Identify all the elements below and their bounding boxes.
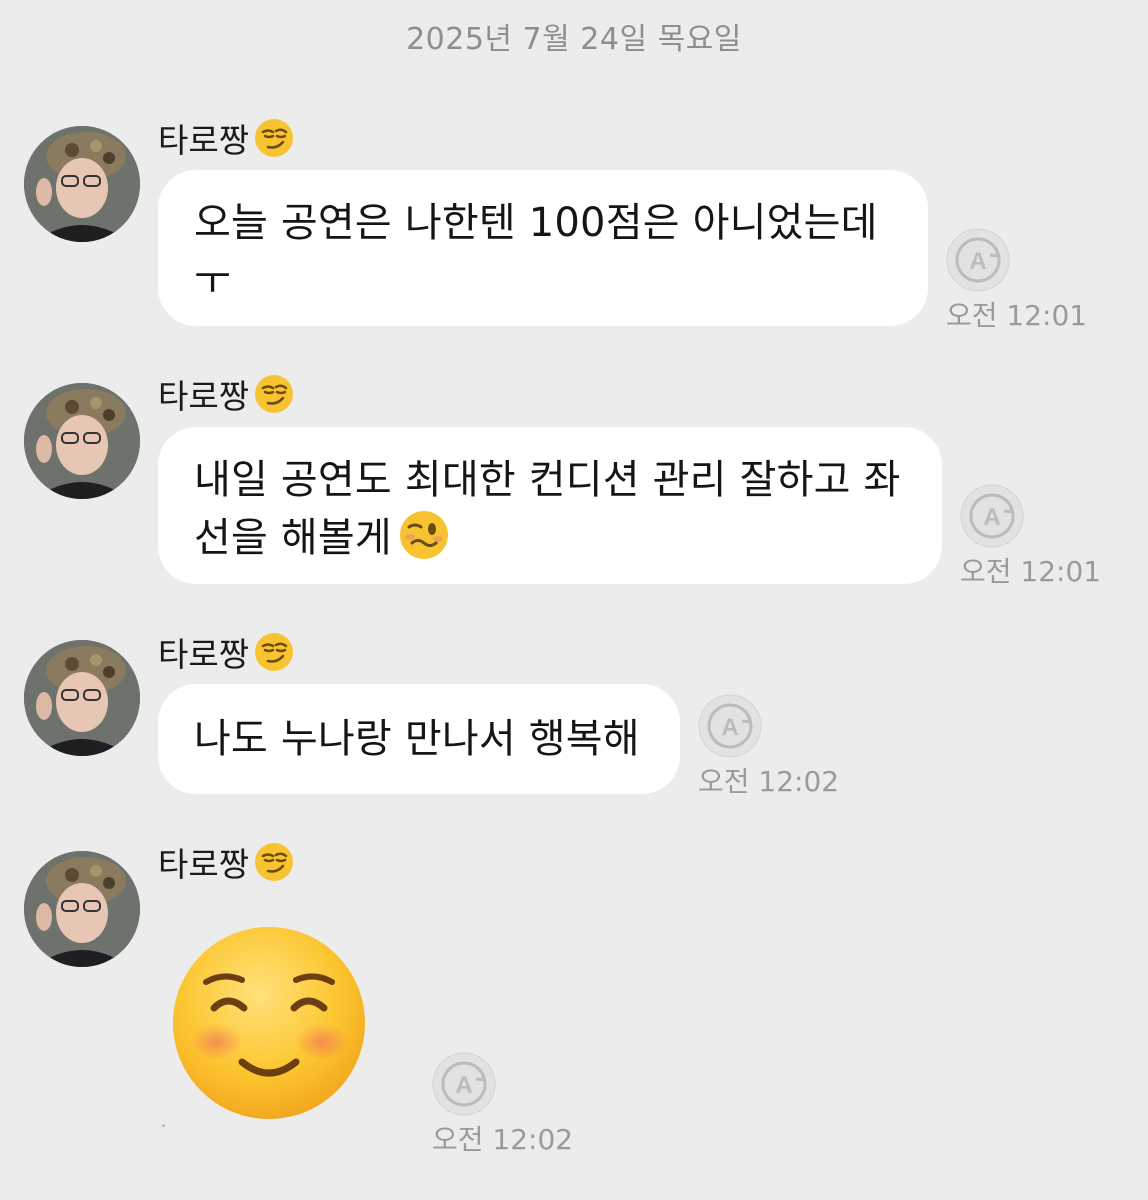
avatar[interactable]: [24, 383, 140, 499]
woozy-face-icon: [399, 511, 448, 559]
message-time: 오전 12:01: [946, 299, 1088, 332]
smirking-face-icon: [255, 843, 294, 881]
avatar[interactable]: [24, 851, 140, 967]
auto-translate-a-icon[interactable]: A: [698, 694, 762, 758]
avatar-image: [24, 640, 140, 756]
auto-translate-a-icon[interactable]: A: [946, 228, 1010, 292]
sender-name-text: 타로짱: [158, 845, 250, 884]
avatar-image: [24, 126, 140, 242]
message-text: 오늘 공연은 나한텐 100점은 아니었는데 ㅜ: [194, 200, 878, 304]
smirking-face-icon: [255, 119, 294, 157]
message-time: 오전 12:02: [698, 765, 840, 798]
auto-translate-a-icon[interactable]: A: [960, 484, 1024, 548]
message-bubble[interactable]: 내일 공연도 최대한 컨디션 관리 잘하고 좌 선을 해볼게: [158, 427, 942, 584]
avatar-image: [24, 383, 140, 499]
sender-name: 타로짱: [158, 114, 295, 162]
sender-name: 타로짱: [158, 370, 295, 418]
sender-name: 타로짱: [158, 628, 295, 676]
svg-text:A: A: [983, 504, 1000, 531]
avatar[interactable]: [24, 640, 140, 756]
message-text-content: 내일 공연도 최대한 컨디션 관리 잘하고 좌 선을 해볼게: [194, 457, 901, 561]
svg-text:A: A: [455, 1072, 472, 1099]
svg-text:A: A: [969, 248, 986, 275]
message-meta: A 오전 12:02: [432, 1052, 573, 1158]
svg-text:A: A: [721, 714, 738, 741]
message-time: 오전 12:01: [960, 555, 1102, 588]
message-meta: A 오전 12:01: [946, 228, 1087, 334]
message-bubble[interactable]: 나도 누나랑 만나서 행복해: [158, 684, 680, 794]
sender-name-text: 타로짱: [158, 377, 250, 416]
message-text: 내일 공연도 최대한 컨디션 관리 잘하고 좌 선을 해볼게: [194, 451, 906, 567]
avatar[interactable]: [24, 126, 140, 242]
sender-name-text: 타로짱: [158, 635, 250, 674]
message-time: 오전 12:02: [432, 1123, 574, 1156]
message-bubble[interactable]: 오늘 공연은 나한텐 100점은 아니었는데 ㅜ: [158, 170, 928, 326]
message-text: 나도 누나랑 만나서 행복해: [194, 716, 640, 762]
avatar-image: [24, 851, 140, 967]
divider-dot: [162, 1124, 165, 1127]
smirking-face-icon: [255, 633, 294, 671]
smiling-face-icon[interactable]: [170, 924, 368, 1122]
message-meta: A 오전 12:01: [960, 484, 1101, 590]
sender-name-text: 타로짱: [158, 121, 250, 160]
smirking-face-icon: [255, 375, 294, 413]
sender-name: 타로짱: [158, 838, 295, 886]
message-meta: A 오전 12:02: [698, 694, 839, 800]
auto-translate-a-icon[interactable]: A: [432, 1052, 496, 1116]
date-header: 2025년 7월 24일 목요일: [406, 22, 742, 57]
